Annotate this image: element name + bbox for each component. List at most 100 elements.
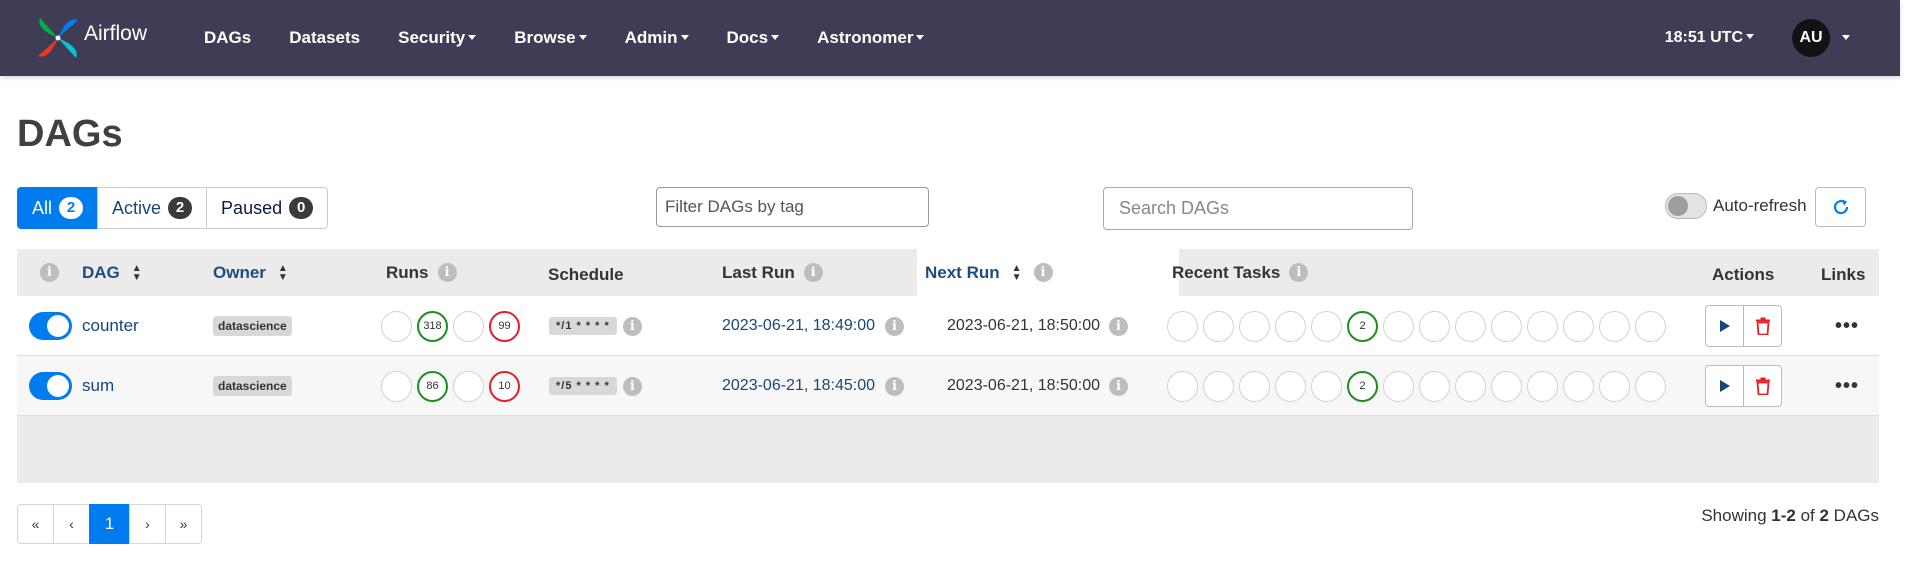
task-state-circle[interactable] bbox=[1455, 310, 1486, 342]
auto-refresh-toggle[interactable] bbox=[1665, 193, 1707, 219]
dag-name-link[interactable]: counter bbox=[82, 316, 139, 336]
caret-down-icon bbox=[680, 35, 689, 41]
task-state-circle[interactable] bbox=[1383, 310, 1414, 342]
trigger-dag-button[interactable] bbox=[1705, 305, 1744, 347]
run-state-circle[interactable] bbox=[453, 310, 484, 342]
schedule-badge[interactable]: */5 * * * * bbox=[549, 377, 617, 395]
timezone-clock[interactable]: 18:51 UTC bbox=[1665, 29, 1754, 47]
owner-tag[interactable]: datascience bbox=[213, 316, 292, 336]
info-icon[interactable]: i bbox=[437, 263, 457, 282]
page-first-button[interactable]: « bbox=[17, 504, 54, 544]
run-state-circle[interactable]: 10 bbox=[489, 370, 520, 402]
info-icon[interactable]: i bbox=[40, 263, 59, 282]
info-icon[interactable]: i bbox=[1289, 263, 1309, 282]
more-links-icon[interactable]: ••• bbox=[1835, 315, 1859, 338]
filter-paused-button[interactable]: Paused 0 bbox=[206, 187, 329, 229]
column-next-run[interactable]: Next Run ▲ ▼ i bbox=[917, 249, 1179, 296]
dag-pause-toggle[interactable] bbox=[29, 312, 72, 340]
task-state-circle[interactable] bbox=[1311, 310, 1342, 342]
task-state-circle[interactable] bbox=[1167, 370, 1198, 402]
last-run-link[interactable]: 2023-06-21, 18:49:00 bbox=[722, 317, 875, 335]
task-state-circle[interactable] bbox=[1491, 370, 1522, 402]
task-state-circle[interactable] bbox=[1275, 370, 1306, 402]
task-state-circle[interactable]: 2 bbox=[1347, 310, 1378, 342]
nav-security[interactable]: Security bbox=[398, 28, 477, 48]
trash-icon bbox=[1755, 317, 1770, 335]
task-state-circle[interactable] bbox=[1419, 370, 1450, 402]
task-state-circle[interactable] bbox=[1599, 370, 1630, 402]
task-state-circle[interactable] bbox=[1635, 310, 1666, 342]
search-input[interactable] bbox=[1103, 187, 1413, 230]
top-navbar: Airflow DAGs Datasets Security Browse Ad… bbox=[0, 0, 1900, 76]
dag-pause-toggle[interactable] bbox=[29, 372, 72, 400]
filter-active-button[interactable]: Active 2 bbox=[97, 187, 208, 229]
status-filter-group: All 2 Active 2 Paused 0 bbox=[17, 187, 329, 229]
task-state-circle[interactable] bbox=[1167, 310, 1198, 342]
task-state-circle[interactable] bbox=[1599, 310, 1630, 342]
task-state-circle[interactable] bbox=[1563, 310, 1594, 342]
task-state-circle[interactable] bbox=[1383, 370, 1414, 402]
caret-down-icon bbox=[578, 35, 587, 41]
column-owner[interactable]: Owner ▲ ▼ bbox=[213, 249, 288, 296]
nav-docs[interactable]: Docs bbox=[727, 28, 780, 48]
task-state-circle[interactable] bbox=[1563, 370, 1594, 402]
info-icon[interactable]: i bbox=[622, 316, 642, 336]
task-state-circle[interactable] bbox=[1527, 310, 1558, 342]
column-dag[interactable]: DAG ▲ ▼ bbox=[82, 249, 142, 296]
task-state-circle[interactable] bbox=[1455, 370, 1486, 402]
airflow-logo[interactable]: Airflow bbox=[34, 14, 170, 62]
filter-all-button[interactable]: All 2 bbox=[17, 187, 99, 229]
info-icon[interactable]: i bbox=[885, 376, 905, 396]
task-state-circle[interactable] bbox=[1311, 370, 1342, 402]
delete-dag-button[interactable] bbox=[1743, 305, 1782, 347]
page-next-button[interactable]: › bbox=[129, 504, 166, 544]
dag-name-link[interactable]: sum bbox=[82, 376, 114, 396]
run-state-circle[interactable] bbox=[453, 370, 484, 402]
column-runs: Runs i bbox=[386, 249, 457, 296]
task-state-circle[interactable]: 2 bbox=[1347, 370, 1378, 402]
page-last-button[interactable]: » bbox=[165, 504, 202, 544]
info-icon[interactable]: i bbox=[803, 263, 823, 282]
page-prev-button[interactable]: ‹ bbox=[53, 504, 90, 544]
user-menu[interactable]: AU bbox=[1792, 19, 1850, 57]
last-run-link[interactable]: 2023-06-21, 18:45:00 bbox=[722, 377, 875, 395]
info-icon[interactable]: i bbox=[1109, 376, 1129, 396]
owner-tag[interactable]: datascience bbox=[213, 376, 292, 396]
refresh-button[interactable] bbox=[1815, 187, 1866, 227]
info-icon[interactable]: i bbox=[1109, 316, 1129, 336]
task-state-circle[interactable] bbox=[1275, 310, 1306, 342]
task-state-circle[interactable] bbox=[1527, 370, 1558, 402]
trigger-dag-button[interactable] bbox=[1705, 365, 1744, 407]
brand-name: Airflow bbox=[84, 22, 148, 45]
task-state-circle[interactable] bbox=[1491, 310, 1522, 342]
delete-dag-button[interactable] bbox=[1743, 365, 1782, 407]
nav-datasets[interactable]: Datasets bbox=[289, 28, 360, 48]
task-state-circle[interactable] bbox=[1635, 370, 1666, 402]
table-row: counter datascience 318 99 */1 * * * * i… bbox=[17, 296, 1879, 356]
page-current-button[interactable]: 1 bbox=[89, 504, 130, 544]
run-state-circle[interactable]: 99 bbox=[489, 310, 520, 342]
run-state-circle[interactable]: 318 bbox=[417, 310, 448, 342]
task-state-circle[interactable] bbox=[1419, 310, 1450, 342]
schedule-badge[interactable]: */1 * * * * bbox=[549, 317, 617, 335]
caret-down-icon bbox=[771, 35, 780, 41]
nav-astronomer[interactable]: Astronomer bbox=[817, 28, 925, 48]
info-icon[interactable]: i bbox=[885, 316, 905, 336]
task-state-circle[interactable] bbox=[1203, 370, 1234, 402]
run-state-circle[interactable] bbox=[381, 370, 412, 402]
info-icon[interactable]: i bbox=[1033, 263, 1053, 282]
nav-dags[interactable]: DAGs bbox=[204, 28, 251, 48]
tag-filter-select[interactable]: Filter DAGs by tag bbox=[656, 187, 929, 227]
dags-table: i DAG ▲ ▼ Owner ▲ ▼ Runs i Schedule Last Ru… bbox=[17, 249, 1879, 483]
more-links-icon[interactable]: ••• bbox=[1835, 375, 1859, 398]
task-state-circle[interactable] bbox=[1203, 310, 1234, 342]
run-state-circle[interactable]: 86 bbox=[417, 370, 448, 402]
nav-admin[interactable]: Admin bbox=[625, 28, 689, 48]
nav-browse[interactable]: Browse bbox=[514, 28, 587, 48]
trash-icon bbox=[1755, 377, 1770, 395]
pagination: « ‹ 1 › » bbox=[17, 504, 202, 544]
run-state-circle[interactable] bbox=[381, 310, 412, 342]
task-state-circle[interactable] bbox=[1239, 310, 1270, 342]
info-icon[interactable]: i bbox=[622, 376, 642, 396]
task-state-circle[interactable] bbox=[1239, 370, 1270, 402]
